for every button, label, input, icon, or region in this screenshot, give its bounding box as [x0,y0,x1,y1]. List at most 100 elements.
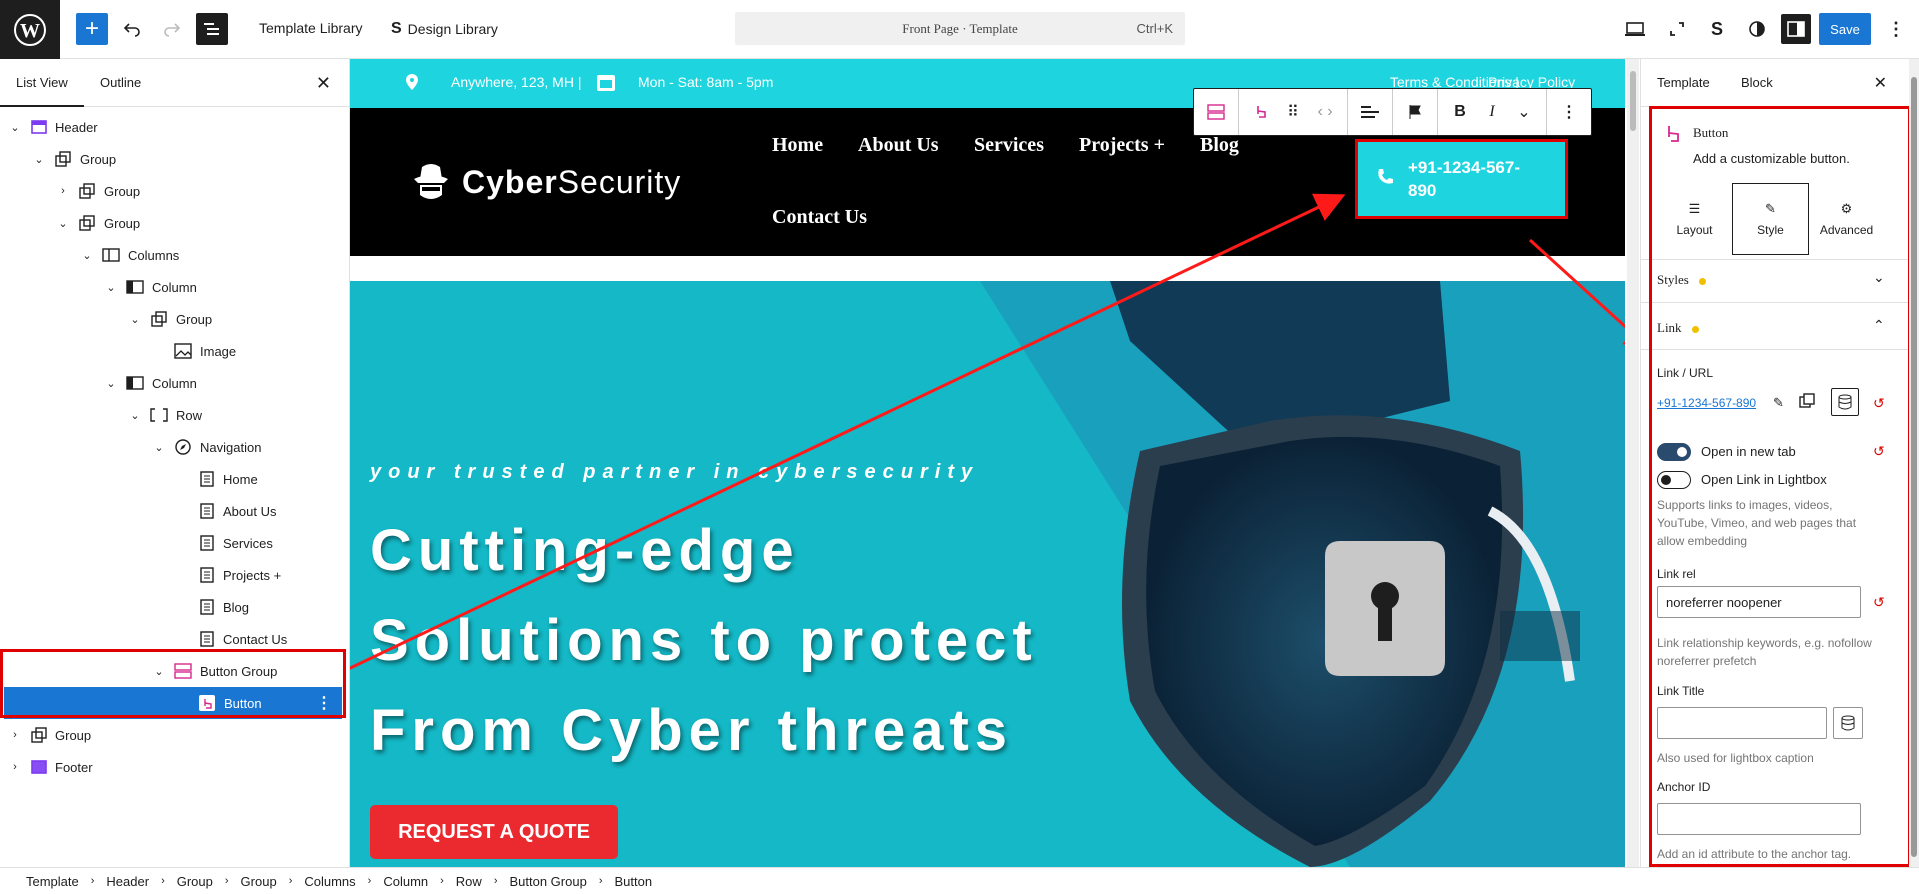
group-icon [30,726,48,744]
list-item[interactable]: › Group [0,175,346,207]
list-item[interactable]: ⌄ Row [0,399,346,431]
chevron-down-icon[interactable]: ⌄ [33,153,45,166]
close-icon[interactable]: ✕ [1874,73,1887,93]
desktop-preview-icon[interactable] [1623,17,1647,41]
chevron-down-icon[interactable]: ⌄ [81,249,93,262]
command-palette-bar[interactable]: Front Page · Template Ctrl+K [735,12,1185,45]
breadcrumb-item[interactable]: Button [614,874,652,889]
list-item[interactable]: › Footer [0,751,346,783]
list-item[interactable]: ⌄ Column [0,367,346,399]
chevron-right-icon[interactable]: › [9,729,21,741]
fullscreen-icon[interactable] [1665,17,1689,41]
chevron-right-icon[interactable]: › [57,185,69,197]
block-inspector: Template Block ✕ Button Add a customizab… [1640,59,1919,867]
breadcrumb-item[interactable]: Header [106,874,149,889]
breadcrumb-item[interactable]: Columns [304,874,355,889]
chevron-down-icon[interactable]: ⌄ [1508,96,1540,128]
breadcrumb-item[interactable]: Template [26,874,79,889]
list-item[interactable]: ⌄ Column [0,271,346,303]
flag-icon[interactable] [1399,96,1431,128]
chevron-down-icon[interactable]: ⌄ [57,217,69,230]
inspector-scrollbar[interactable] [1909,59,1919,867]
list-item[interactable]: ⌄ Columns [0,239,346,271]
chevron-down-icon[interactable]: ⌄ [105,281,117,294]
list-item[interactable]: Blog [0,591,346,623]
list-item[interactable]: Home [0,463,346,495]
columns-icon [102,246,120,264]
nav-about-us[interactable]: About Us [858,134,939,157]
list-item[interactable]: ⌄ Group [0,143,346,175]
contrast-icon[interactable] [1745,17,1769,41]
more-options-icon[interactable]: ⋮ [1884,17,1908,41]
bold-icon[interactable]: B [1444,96,1476,128]
wordpress-logo-icon[interactable]: W [0,0,60,59]
image-icon [174,342,192,360]
list-item[interactable]: Projects + [0,559,346,591]
nav-blog[interactable]: Blog [1200,134,1239,157]
breadcrumb-item[interactable]: Column [383,874,428,889]
svg-text:W: W [20,20,40,42]
group-icon [78,214,96,232]
list-item[interactable]: Services [0,527,346,559]
nav-services[interactable]: Services [974,134,1044,157]
undo-button[interactable] [120,12,144,46]
editor-canvas: Anywhere, 123, MH | Mon - Sat: 8am - 5pm… [350,59,1625,867]
template-library-link[interactable]: Template Library [259,20,363,36]
button-block-icon[interactable] [1245,96,1277,128]
group-icon [54,150,72,168]
highlight-box [1649,106,1911,867]
breadcrumb: Template › Header › Group › Group › Columns ›… [0,867,1919,894]
add-block-button[interactable]: + [76,13,108,45]
italic-icon[interactable]: I [1476,96,1508,128]
page-icon [198,534,216,552]
breadcrumb-item[interactable]: Group [177,874,213,889]
list-item[interactable]: ⌄ Navigation [0,431,346,463]
list-item[interactable]: ⌄ Group [0,207,346,239]
chevron-down-icon[interactable]: ⌄ [105,377,117,390]
list-item[interactable]: Image [0,335,346,367]
move-arrows-icon[interactable]: ‹ › [1309,96,1341,128]
save-button[interactable]: Save [1819,13,1871,45]
group-icon [150,310,168,328]
site-logo[interactable]: CyberSecurity [408,159,681,205]
breadcrumb-item[interactable]: Button Group [509,874,586,889]
breadcrumb-item[interactable]: Row [456,874,482,889]
chevron-right-icon[interactable]: › [9,761,21,773]
drag-handle-icon[interactable]: ⠿ [1277,96,1309,128]
settings-sidebar-icon[interactable] [1781,14,1811,44]
chevron-down-icon[interactable]: ⌄ [153,441,165,454]
chevron-down-icon[interactable]: ⌄ [129,409,141,422]
more-options-icon[interactable]: ⋮ [1553,96,1585,128]
row-icon [150,406,168,424]
page-icon [198,630,216,648]
list-item[interactable]: › Group [0,719,346,751]
nav-projects[interactable]: Projects + [1079,134,1165,157]
tab-outline[interactable]: Outline [100,75,141,90]
chevron-down-icon[interactable]: ⌄ [129,313,141,326]
redo-button[interactable] [160,12,184,46]
block-toolbar: ⠿ ‹ › B I ⌄ ⋮ [1193,88,1592,136]
header-icon [30,118,48,136]
list-item[interactable]: ⌄ Header [0,111,346,143]
list-view-panel: List View Outline ✕ ⌄ Header ⌄ Group › G… [0,59,350,867]
design-library-link[interactable]: S Design Library [391,20,498,38]
close-icon[interactable]: ✕ [316,73,331,94]
request-quote-button[interactable]: REQUEST A QUOTE [370,805,618,859]
document-overview-button[interactable] [196,13,228,45]
chevron-down-icon[interactable]: ⌄ [9,121,21,134]
tab-list-view[interactable]: List View [0,75,84,107]
tab-template[interactable]: Template [1657,75,1710,90]
phone-call-button[interactable]: +91-1234-567- 890 [1355,139,1568,219]
align-icon[interactable] [1354,96,1386,128]
breadcrumb-item[interactable]: Group [241,874,277,889]
highlight-box [0,649,346,718]
nav-contact-us[interactable]: Contact Us [772,206,867,229]
canvas-scrollbar[interactable] [1627,59,1639,867]
redo-icon [164,23,181,37]
list-item[interactable]: ⌄ Group [0,303,346,335]
button-group-parent-icon[interactable] [1200,96,1232,128]
list-item[interactable]: About Us [0,495,346,527]
spectra-settings-icon[interactable]: S [1705,17,1729,41]
tab-block[interactable]: Block [1741,75,1773,90]
nav-home[interactable]: Home [772,134,823,157]
